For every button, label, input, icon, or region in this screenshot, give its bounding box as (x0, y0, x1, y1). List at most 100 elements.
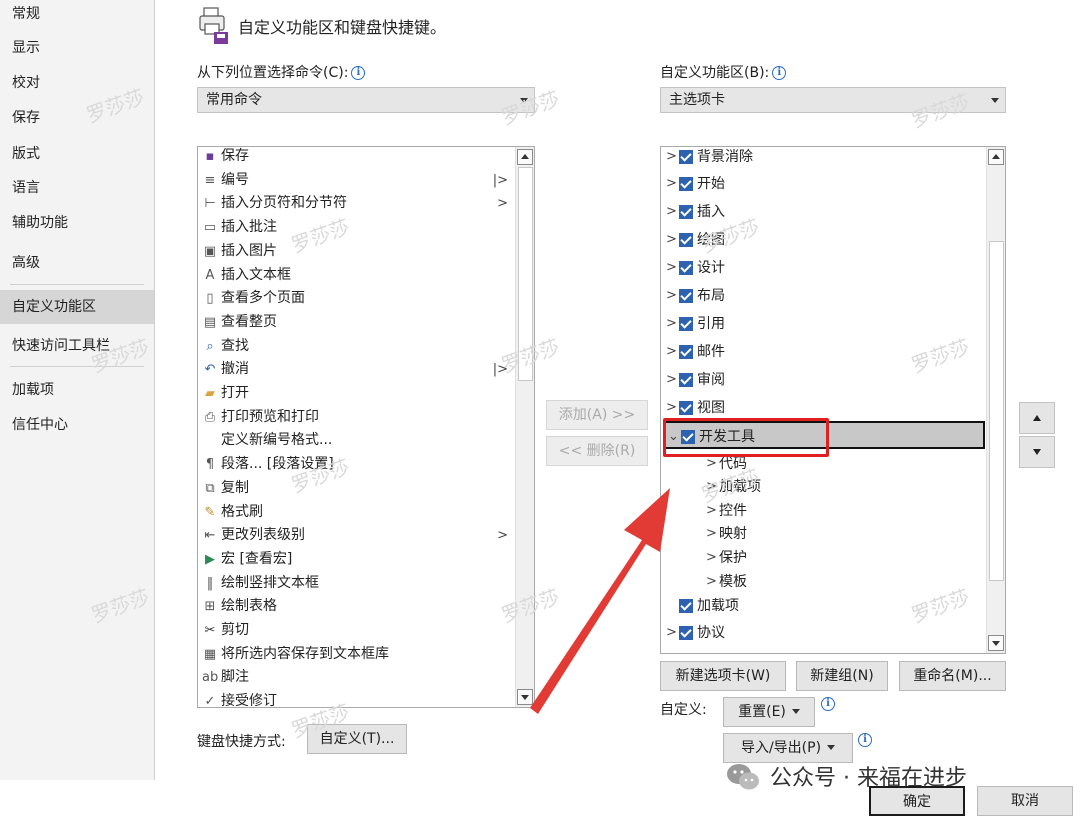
checkbox[interactable] (679, 345, 693, 359)
command-item[interactable]: ✎ 格式刷 (200, 501, 512, 524)
ribbon-tab-item[interactable]: > 开始 (663, 170, 985, 198)
checkbox[interactable] (679, 233, 693, 247)
command-label: 绘制竖排文本框 (221, 574, 319, 591)
command-item[interactable]: ⊢ 插入分页符和分节符 > (200, 192, 512, 215)
command-item[interactable]: ab 脚注 (200, 666, 512, 689)
chevron-right-icon[interactable]: > (666, 198, 677, 226)
checkbox[interactable] (679, 150, 693, 164)
command-item[interactable]: ✂ 剪切 (200, 619, 512, 642)
ribbon-tab-item[interactable]: 加载项 (663, 592, 985, 620)
chevron-right-icon[interactable]: > (666, 147, 677, 171)
ribbon-scrollbar[interactable] (986, 147, 1005, 653)
command-item[interactable]: ¶ 段落... [段落设置] (200, 453, 512, 476)
ribbon-tab-item[interactable]: > 背景消除 (663, 147, 985, 171)
info-icon[interactable]: i (821, 697, 835, 711)
command-item[interactable]: ⌕ 查找 (200, 335, 512, 358)
command-item[interactable]: ‖ 绘制竖排文本框 (200, 572, 512, 595)
command-item[interactable]: ▯ 查看多个页面 (200, 287, 512, 310)
ribbon-tab-item[interactable]: > 插入 (663, 198, 985, 226)
nav-item-11[interactable]: 信任中心 (0, 408, 154, 442)
ribbon-tree[interactable]: > 背景消除 > 开始 > 插入 > 绘图 > 设计 > 布局 > 引用 > 邮件 > 审阅 > 视图 ⌄ 开发工具 > 代码… (660, 146, 1006, 654)
nav-item-0[interactable]: 常规 (0, 0, 154, 31)
info-icon[interactable]: i (351, 66, 366, 80)
ok-button[interactable]: 确定 (869, 786, 965, 816)
nav-item-1[interactable]: 显示 (0, 31, 154, 65)
command-item[interactable]: ▤ 查看整页 (200, 311, 512, 334)
remove-button[interactable]: << 删除(R) (546, 436, 648, 466)
nav-item-8[interactable]: 自定义功能区 (0, 290, 154, 324)
nav-item-3[interactable]: 保存 (0, 101, 154, 135)
scroll-up-button[interactable] (988, 149, 1004, 165)
checkbox[interactable] (679, 317, 693, 331)
nav-item-7[interactable]: 高级 (0, 246, 154, 280)
ribbon-tab-item[interactable]: > 设计 (663, 254, 985, 282)
command-item[interactable]: ↶ 撤消 |> (200, 358, 512, 381)
command-item[interactable]: ▣ 插入图片 (200, 240, 512, 263)
nav-item-4[interactable]: 版式 (0, 137, 154, 171)
command-item[interactable]: ▰ 打开 (200, 382, 512, 405)
reset-button[interactable]: 重置(E) (723, 697, 815, 727)
nav-item-9[interactable]: 快速访问工具栏 (0, 329, 154, 363)
rename-button[interactable]: 重命名(M)... (899, 661, 1006, 691)
chevron-right-icon[interactable]: > (666, 282, 677, 310)
info-icon[interactable]: i (858, 733, 872, 747)
chevron-right-icon[interactable]: > (666, 254, 677, 282)
command-item[interactable]: 定义新编号格式... (200, 429, 512, 452)
checkbox[interactable] (679, 261, 693, 275)
ribbon-tab-item[interactable]: > 审阅 (663, 366, 985, 394)
chevron-right-icon[interactable]: > (666, 366, 677, 394)
cancel-button[interactable]: 取消 (977, 786, 1073, 816)
ribbon-tab-item[interactable]: > 绘图 (663, 226, 985, 254)
command-item[interactable]: ⇤ 更改列表级别 > (200, 524, 512, 547)
command-item[interactable]: ▶ 宏 [查看宏] (200, 548, 512, 571)
command-item[interactable]: ✓ 接受修订 (200, 690, 512, 707)
scroll-thumb[interactable] (989, 241, 1004, 581)
checkbox[interactable] (679, 289, 693, 303)
checkbox[interactable] (679, 177, 693, 191)
choose-commands-combo[interactable]: 常用命令 (197, 87, 535, 113)
options-nav: 常规 显示 校对 保存 版式 语言 辅助功能高级自定义功能区 快速访问工具栏 加载项 信任中心 (0, 0, 155, 780)
nav-item-10[interactable]: 加载项 (0, 373, 154, 407)
commands-list[interactable]: ▪ 保存 ≡ 编号 |> ⊢ 插入分页符和分节符 > ▭ 插入批注 ▣ 插入图片 A 插入文本框 ▯ 查看多个… (197, 146, 535, 708)
ribbon-tab-item[interactable]: > 协议 (663, 619, 985, 647)
ribbon-tab-item[interactable]: > 布局 (663, 282, 985, 310)
new-tab-button[interactable]: 新建选项卡(W) (660, 661, 786, 691)
checkbox[interactable] (679, 373, 693, 387)
command-item[interactable]: ⧉ 复制 (200, 477, 512, 500)
chevron-right-icon[interactable]: > (666, 310, 677, 338)
move-up-button[interactable] (1019, 402, 1055, 434)
add-button[interactable]: 添加(A) >> (546, 400, 648, 430)
import-export-button[interactable]: 导入/导出(P) (723, 733, 853, 763)
command-item[interactable]: ⊞ 绘制表格 (200, 595, 512, 618)
scroll-down-button[interactable] (988, 635, 1004, 651)
scroll-up-button[interactable] (517, 149, 533, 165)
command-label: 剪切 (221, 622, 249, 638)
keyboard-customize-button[interactable]: 自定义(T)... (307, 724, 407, 754)
nav-item-2[interactable]: 校对 (0, 66, 154, 100)
command-item[interactable]: ▭ 插入批注 (200, 216, 512, 239)
nav-item-5[interactable]: 语言 (0, 171, 154, 205)
new-group-button[interactable]: 新建组(N) (796, 661, 888, 691)
chevron-right-icon[interactable]: > (666, 170, 677, 198)
command-label: 定义新编号格式... (221, 432, 333, 449)
chevron-right-icon[interactable]: > (666, 338, 677, 366)
command-item[interactable]: ▦ 将所选内容保存到文本框库 (200, 643, 512, 666)
info-icon[interactable]: i (772, 66, 787, 80)
chevron-right-icon[interactable]: > (666, 226, 677, 254)
command-item[interactable]: A 插入文本框 (200, 264, 512, 287)
command-label: 插入分页符和分节符 (221, 195, 347, 212)
ribbon-tab-item[interactable]: > 引用 (663, 310, 985, 338)
scroll-thumb[interactable] (518, 167, 533, 381)
ribbon-tab-item[interactable]: > 邮件 (663, 338, 985, 366)
ribbon-tab-label: 加载项 (697, 598, 739, 614)
ribbon-tabs-combo[interactable]: 主选项卡 (660, 87, 1006, 113)
checkbox[interactable] (679, 401, 693, 415)
command-item[interactable]: ≡ 编号 |> (200, 169, 512, 192)
command-item[interactable]: ⎙ 打印预览和打印 (200, 406, 512, 429)
nav-item-6[interactable]: 辅助功能 (0, 206, 154, 240)
move-down-button[interactable] (1019, 436, 1055, 468)
checkbox[interactable] (679, 205, 693, 219)
macro-icon: ▶ (205, 551, 215, 567)
chevron-down-icon (520, 98, 528, 103)
command-item[interactable]: ▪ 保存 (200, 147, 512, 168)
